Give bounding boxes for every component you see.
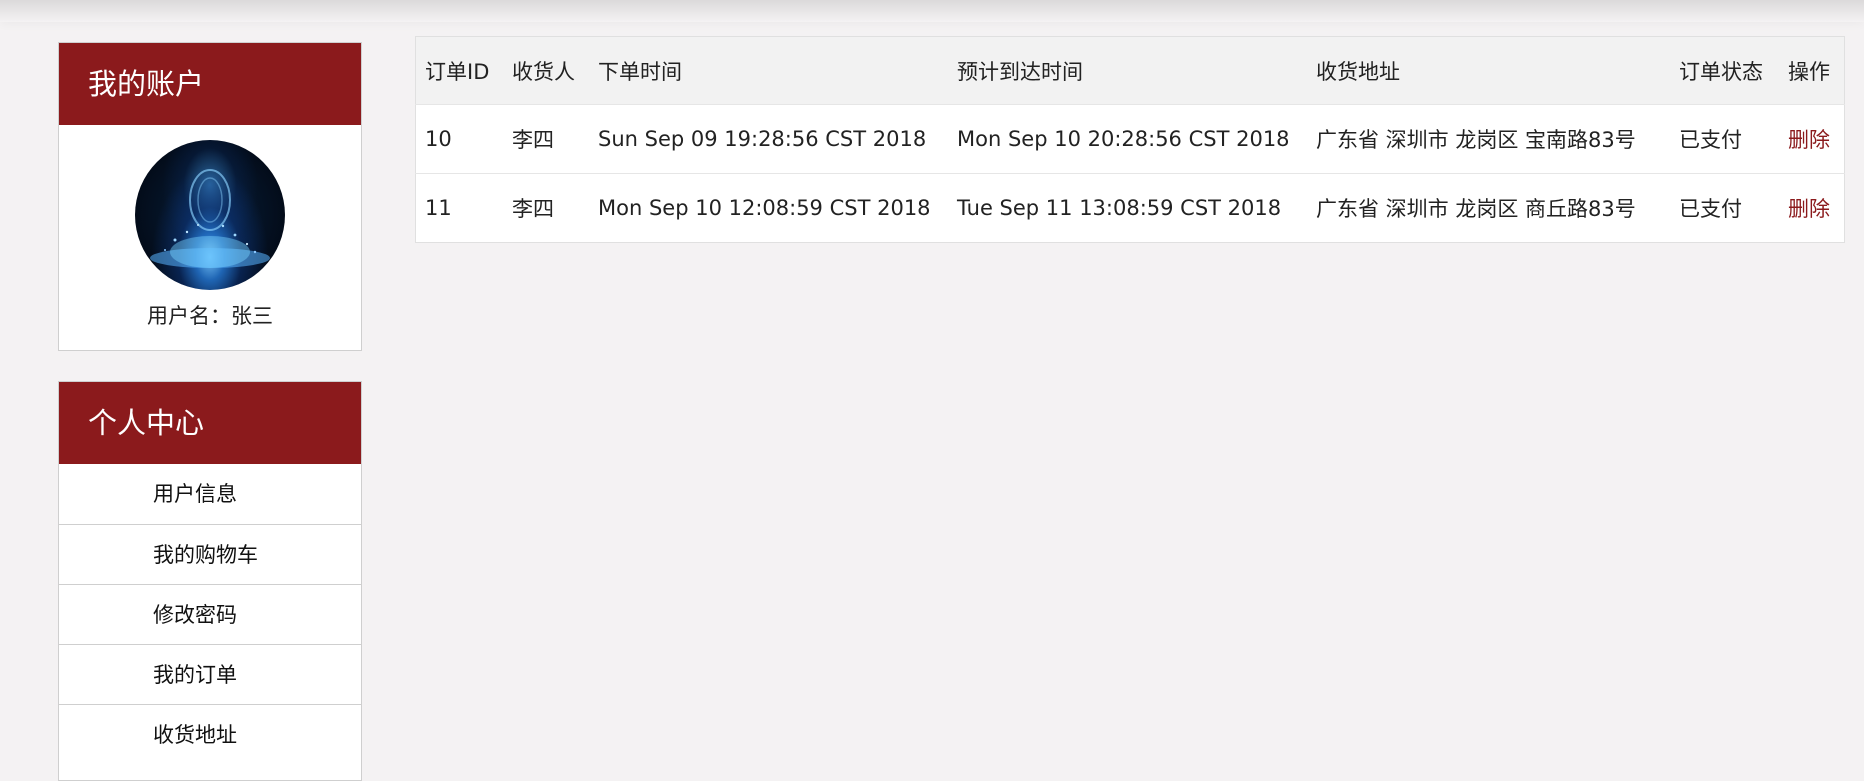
header-order-id: 订单ID [425,59,490,84]
cell-operation: 删除 [1779,105,1845,174]
cell-status: 已支付 [1679,128,1742,152]
cell-address: 广东省 深圳市 龙岗区 商丘路83号 [1316,197,1636,221]
avatar-image [150,169,270,268]
cell-order-id: 11 [425,196,452,220]
cell-receiver: 李四 [512,128,554,152]
menu-item-change-password[interactable]: 修改密码 [59,584,361,644]
header-receiver: 收货人 [512,59,575,84]
header-status: 订单状态 [1679,59,1763,84]
cell-eta: Tue Sep 11 13:08:59 CST 2018 [957,196,1282,220]
header-eta: 预计到达时间 [957,59,1083,84]
menu-item-my-orders[interactable]: 我的订单 [59,644,361,704]
delete-order-button[interactable]: 删除 [1788,128,1830,152]
username-label: 用户名：张三 [147,304,273,328]
header-operation: 操作 [1788,59,1830,84]
menu-item-user-info[interactable]: 用户信息 [59,464,361,524]
table-row: 10 李四 Sun Sep 09 19:28:56 CST 2018 Mon S… [415,104,1845,174]
cell-receiver: 李四 [512,197,554,221]
personal-center-panel: 个人中心 用户信息 我的购物车 修改密码 我的订单 收货地址 [58,381,362,781]
account-panel-title: 我的账户 [59,43,361,125]
cell-order-time: Mon Sep 10 12:08:59 CST 2018 [598,196,931,220]
personal-center-title: 个人中心 [59,382,361,464]
cell-address: 广东省 深圳市 龙岗区 宝南路83号 [1316,128,1636,152]
table-header-row: 订单ID 收货人 下单时间 预计到达时间 收货地址 订单状态 操作 [415,36,1845,105]
header-address: 收货地址 [1316,59,1400,84]
cell-status: 已支付 [1679,197,1742,221]
cell-order-time: Sun Sep 09 19:28:56 CST 2018 [598,127,927,151]
avatar [135,140,285,290]
cell-operation: 删除 [1779,174,1845,243]
menu-item-cart[interactable]: 我的购物车 [59,524,361,584]
header-order-time: 下单时间 [598,59,682,84]
menu-item-address[interactable]: 收货地址 [59,704,361,764]
top-shadow [0,0,1864,22]
personal-center-menu: 用户信息 我的购物车 修改密码 我的订单 收货地址 [59,464,361,764]
account-panel: 我的账户 用户名：张三 [58,42,362,351]
cell-order-id: 10 [425,127,452,151]
table-row: 11 李四 Mon Sep 10 12:08:59 CST 2018 Tue S… [415,173,1845,243]
delete-order-button[interactable]: 删除 [1788,197,1830,221]
cell-eta: Mon Sep 10 20:28:56 CST 2018 [957,127,1290,151]
orders-table: 订单ID 收货人 下单时间 预计到达时间 收货地址 订单状态 操作 10 李四 … [415,36,1845,243]
